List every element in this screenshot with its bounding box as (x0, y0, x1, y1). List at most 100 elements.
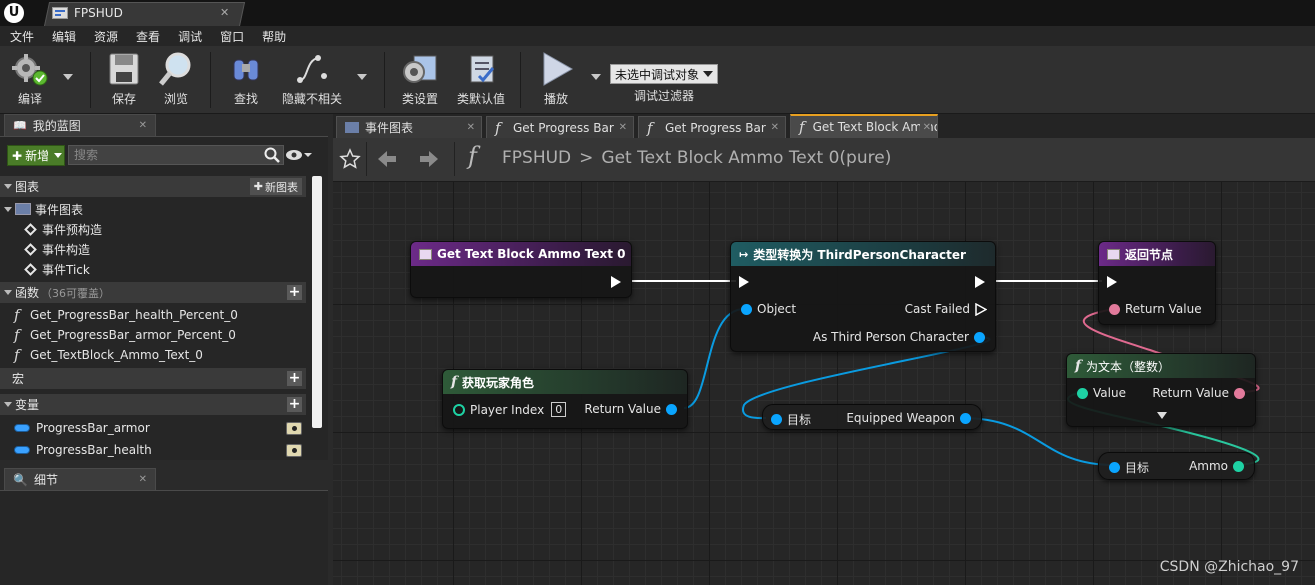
panel-scrollbar[interactable] (312, 176, 322, 428)
functions-section-header[interactable]: 函数 （36可覆盖） + (0, 282, 306, 303)
entry-node[interactable]: Get Text Block Ammo Text 0 (410, 241, 632, 298)
get-player-node-title: 获取玩家角色 (462, 375, 535, 390)
class-settings-icon (400, 50, 440, 88)
cast-node[interactable]: ↦ 类型转换为 ThirdPersonCharacter Object Cast… (730, 241, 996, 352)
add-variable-button[interactable]: + (287, 397, 302, 412)
menu-debug[interactable]: 调试 (178, 28, 202, 45)
return-value-pin[interactable]: Return Value (1152, 386, 1245, 400)
class-defaults-button[interactable]: 类默认值 (452, 50, 510, 110)
back-arrow-icon[interactable] (376, 150, 398, 168)
function-icon: f (647, 118, 653, 137)
event-item[interactable]: 事件预构造 (0, 219, 306, 239)
event-graph-item[interactable]: 事件图表 (0, 199, 306, 219)
my-blueprint-tab[interactable]: 📖 我的蓝图 ✕ (4, 114, 156, 136)
graphs-section-header[interactable]: 图表 ✚ 新图表 (0, 176, 306, 197)
close-icon[interactable]: ✕ (615, 122, 627, 133)
find-button[interactable]: 查找 (218, 50, 274, 110)
equipped-weapon-pin[interactable]: Equipped Weapon (846, 411, 971, 425)
object-type-pill-icon (14, 446, 30, 454)
compile-options-arrow-icon[interactable] (63, 74, 73, 80)
return-value-label: Return Value (1152, 386, 1229, 400)
hide-unrelated-options-arrow-icon[interactable] (357, 74, 367, 80)
variable-item[interactable]: ProgressBar_health (0, 440, 306, 460)
breadcrumb-root[interactable]: FPSHUD (502, 148, 571, 168)
function-item[interactable]: f Get_ProgressBar_health_Percent_0 (0, 305, 306, 325)
to-text-node[interactable]: f 为文本（整数） Value Return Value (1066, 353, 1256, 427)
close-icon[interactable]: ✕ (767, 122, 779, 133)
menu-view[interactable]: 查看 (136, 28, 160, 45)
close-tab-icon[interactable]: ✕ (220, 6, 229, 19)
visibility-eye-icon[interactable] (286, 421, 302, 435)
close-icon[interactable]: ✕ (919, 121, 931, 133)
as-character-pin[interactable]: As Third Person Character (813, 330, 985, 344)
get-player-character-node[interactable]: f 获取玩家角色 Player Index 0 Return Value (442, 369, 688, 429)
menu-asset[interactable]: 资源 (94, 28, 118, 45)
forward-arrow-icon[interactable] (418, 150, 440, 168)
favorite-star-icon[interactable] (339, 148, 361, 170)
toolbar-separator (210, 52, 211, 108)
tab-get-text-block-ammo[interactable]: f Get Text Block Ammo ✕ (790, 114, 938, 138)
exec-pin-icon (1107, 276, 1117, 288)
new-graph-button[interactable]: ✚ 新图表 (249, 178, 302, 195)
menu-window[interactable]: 窗口 (220, 28, 244, 45)
tab-get-progress-bar-health[interactable]: f Get Progress Bar H ✕ (486, 116, 634, 138)
exec-hollow-pin-icon (975, 302, 987, 316)
return-value-pin[interactable]: Return Value (1109, 302, 1202, 316)
visibility-eye-icon[interactable] (286, 443, 302, 457)
menu-edit[interactable]: 编辑 (52, 28, 76, 45)
book-icon: 📖 (13, 119, 27, 132)
debug-filter-label: 调试过滤器 (633, 89, 694, 103)
add-new-label: 新增 (25, 149, 50, 163)
save-button[interactable]: 保存 (96, 50, 152, 110)
add-macro-button[interactable]: + (287, 371, 302, 386)
function-icon: f (799, 118, 805, 136)
ammo-pin[interactable]: Ammo (1189, 459, 1244, 473)
object-input-pin[interactable]: Object (741, 302, 796, 316)
event-item[interactable]: 事件Tick (0, 259, 306, 279)
function-icon: f (14, 306, 20, 324)
close-icon[interactable]: ✕ (139, 120, 147, 131)
tab-event-graph[interactable]: 事件图表 ✕ (336, 116, 482, 138)
return-value-pin[interactable]: Return Value (584, 402, 677, 416)
exec-output-pin[interactable] (975, 276, 985, 288)
target-input-pin[interactable]: 目标 (771, 411, 811, 428)
target-input-pin[interactable]: 目标 (1109, 459, 1149, 476)
menu-file[interactable]: 文件 (10, 28, 34, 45)
browse-button[interactable]: 浏览 (148, 50, 204, 110)
close-icon[interactable]: ✕ (463, 122, 475, 133)
player-index-pin[interactable]: Player Index 0 (453, 402, 567, 417)
ammo-node[interactable]: 目标 Ammo (1098, 452, 1255, 480)
expand-arrow-icon[interactable] (1157, 412, 1167, 419)
player-index-input[interactable]: 0 (551, 402, 567, 417)
macros-section-header[interactable]: 宏 + (0, 368, 306, 389)
class-settings-button[interactable]: 类设置 (392, 50, 448, 110)
search-input[interactable]: 搜索 (68, 145, 284, 165)
exec-output-pin[interactable] (611, 276, 621, 288)
view-options-eye-icon[interactable] (286, 149, 312, 161)
compile-button[interactable]: 编译 (2, 50, 58, 110)
return-node[interactable]: 返回节点 Return Value (1098, 241, 1216, 325)
add-new-button[interactable]: ✚ 新增 (7, 145, 65, 166)
value-input-pin[interactable]: Value (1077, 386, 1126, 400)
variable-item[interactable]: ProgressBar_armor (0, 418, 306, 438)
exec-input-pin[interactable] (1107, 276, 1117, 288)
play-button[interactable]: 播放 (528, 50, 584, 110)
equipped-weapon-node[interactable]: 目标 Equipped Weapon (762, 404, 982, 430)
event-item[interactable]: 事件构造 (0, 239, 306, 259)
event-graph-label: 事件图表 (35, 202, 84, 217)
hide-unrelated-button[interactable]: 隐藏不相关 (282, 50, 342, 110)
add-function-button[interactable]: + (287, 285, 302, 300)
close-icon[interactable]: ✕ (139, 474, 147, 485)
exec-input-pin[interactable] (739, 276, 749, 288)
variables-section-header[interactable]: 变量 + (0, 394, 306, 415)
search-icon[interactable] (264, 147, 280, 163)
function-item[interactable]: f Get_ProgressBar_armor_Percent_0 (0, 325, 306, 345)
function-item[interactable]: f Get_TextBlock_Ammo_Text_0 (0, 345, 306, 365)
menu-help[interactable]: 帮助 (262, 28, 286, 45)
details-tab[interactable]: 🔍 细节 ✕ (4, 468, 156, 490)
details-tab-label: 细节 (33, 473, 58, 487)
debug-object-select[interactable]: 未选中调试对象 (610, 64, 718, 84)
play-options-arrow-icon[interactable] (591, 74, 601, 80)
tab-get-progress-bar-armor[interactable]: f Get Progress Bar A ✕ (638, 116, 786, 138)
cast-failed-pin[interactable]: Cast Failed (905, 302, 987, 316)
